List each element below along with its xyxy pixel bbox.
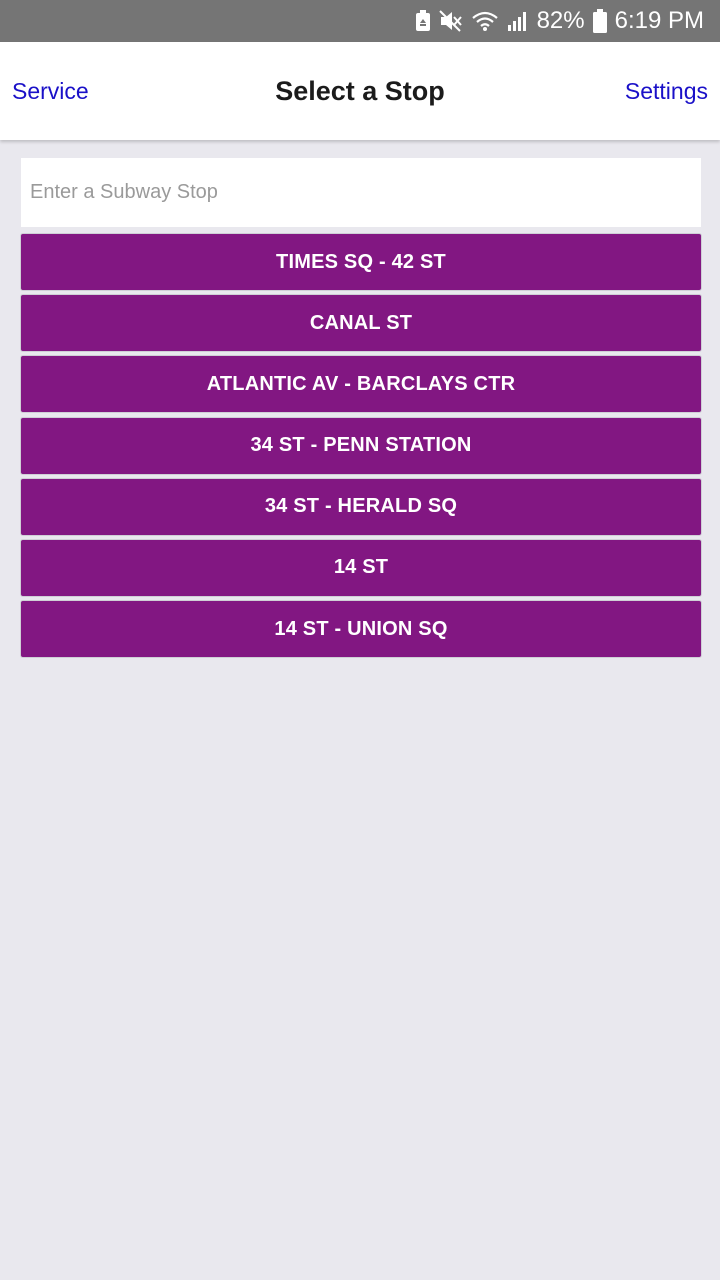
battery-saver-icon — [415, 10, 431, 32]
stop-list: TIMES SQ - 42 ST CANAL ST ATLANTIC AV - … — [21, 234, 701, 658]
page-title: Select a Stop — [275, 75, 445, 106]
wifi-icon — [471, 10, 499, 32]
main-content: TIMES SQ - 42 ST CANAL ST ATLANTIC AV - … — [21, 158, 701, 662]
stop-button[interactable]: 14 ST - UNION SQ — [21, 601, 701, 658]
nav-bar: Service Select a Stop Settings — [0, 42, 720, 140]
stop-button[interactable]: 34 ST - PENN STATION — [21, 417, 701, 474]
battery-icon — [592, 9, 607, 33]
signal-icon — [507, 10, 529, 32]
battery-percent: 82% — [536, 7, 585, 34]
status-bar: 82% 6:19 PM — [0, 0, 720, 42]
settings-button[interactable]: Settings — [625, 42, 708, 140]
clock: 6:19 PM — [614, 7, 704, 34]
stop-button[interactable]: ATLANTIC AV - BARCLAYS CTR — [21, 356, 701, 413]
service-button[interactable]: Service — [12, 42, 89, 140]
mute-icon — [438, 10, 463, 32]
stop-button[interactable]: TIMES SQ - 42 ST — [21, 234, 701, 290]
stop-button[interactable]: 14 ST — [21, 539, 701, 596]
search-input[interactable] — [21, 158, 701, 227]
stop-button[interactable]: 34 ST - HERALD SQ — [21, 478, 701, 535]
stop-button[interactable]: CANAL ST — [21, 295, 701, 352]
